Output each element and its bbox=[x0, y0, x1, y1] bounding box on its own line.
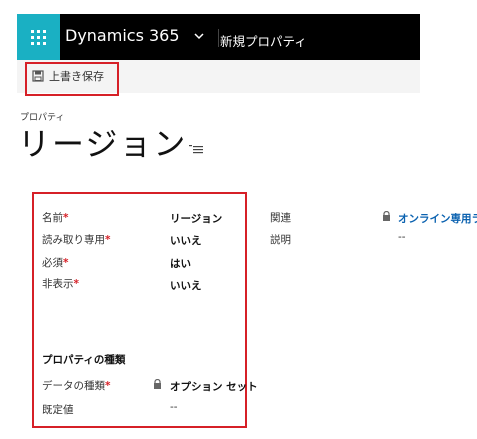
field-value-related-link[interactable]: オンライン専用ラ bbox=[398, 211, 477, 226]
header-divider bbox=[218, 29, 219, 47]
field-value-data-type: オプション セット bbox=[170, 381, 258, 393]
field-label-data-type: データの種類* bbox=[42, 380, 111, 392]
app-name[interactable]: Dynamics 365 bbox=[65, 26, 180, 45]
field-label-required: 必須* bbox=[42, 257, 69, 269]
entity-type-label: プロパティ bbox=[20, 113, 65, 123]
breadcrumb[interactable]: 新規プロパティ bbox=[220, 31, 307, 50]
section-title-property-type: プロパティの種類 bbox=[42, 354, 126, 366]
field-value-default-value[interactable]: -- bbox=[170, 401, 178, 413]
field-value-description[interactable]: -- bbox=[398, 231, 406, 243]
field-value-name[interactable]: リージョン bbox=[170, 211, 222, 226]
field-label-read-only: 読み取り専用* bbox=[42, 234, 111, 246]
lock-icon bbox=[154, 379, 161, 389]
app-launcher-waffle-icon[interactable] bbox=[17, 14, 60, 60]
field-value-read-only[interactable]: いいえ bbox=[170, 233, 202, 248]
field-label-hidden: 非表示* bbox=[42, 278, 79, 290]
title-menu-icon[interactable] bbox=[188, 143, 204, 155]
field-label-default-value: 既定値 bbox=[42, 404, 74, 416]
field-label-related: 関連 bbox=[270, 212, 291, 224]
top-navigation-bar: Dynamics 365 新規プロパティ bbox=[17, 14, 420, 60]
chevron-down-icon[interactable] bbox=[193, 30, 205, 42]
page-title: リージョン bbox=[18, 125, 188, 163]
lock-icon bbox=[383, 211, 390, 221]
field-label-description: 説明 bbox=[270, 234, 291, 246]
field-value-hidden[interactable]: いいえ bbox=[170, 278, 202, 293]
save-highlight-box bbox=[25, 62, 119, 96]
field-label-name: 名前* bbox=[42, 212, 69, 224]
field-value-required[interactable]: はい bbox=[170, 256, 191, 271]
